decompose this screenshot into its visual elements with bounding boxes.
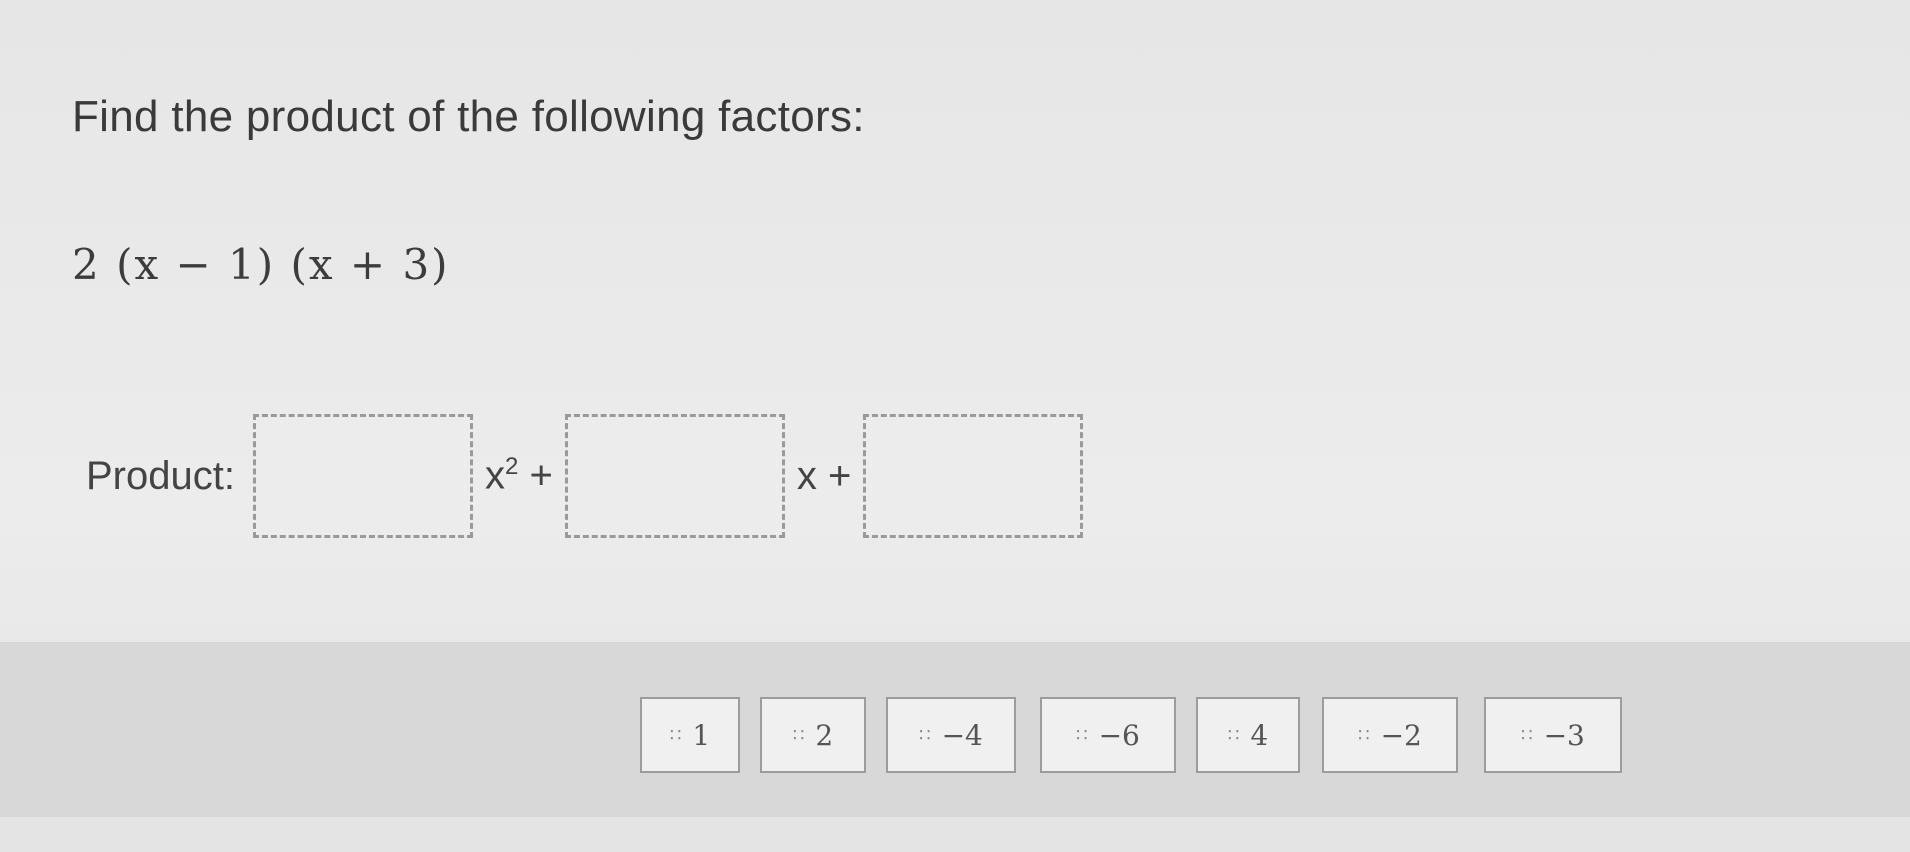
factor-expression: 2 (x − 1) (x + 3): [72, 240, 450, 289]
exponent-label: 2: [504, 453, 519, 481]
question-prompt: Find the product of the following factor…: [72, 92, 865, 141]
product-label: Product:: [86, 453, 235, 498]
plus-sign: +: [529, 453, 553, 498]
answer-tile-tray: ∷ 1 ∷ 2 ∷ −4 ∷ −6 ∷ 4 ∷ −2 ∷ −3: [0, 642, 1910, 817]
plus-sign: +: [827, 453, 852, 498]
product-row: Product: x2 + x +: [86, 410, 1084, 542]
constant-dropzone[interactable]: [863, 414, 1084, 538]
tile-value: 4: [1250, 718, 1269, 752]
tile-minus-6[interactable]: ∷ −6: [1040, 697, 1176, 773]
x-variable-label: x: [796, 453, 817, 498]
tile-minus-4[interactable]: ∷ −4: [886, 697, 1016, 773]
tile-value: 2: [815, 718, 834, 752]
tile-2[interactable]: ∷ 2: [760, 697, 866, 773]
tile-value: −3: [1543, 718, 1585, 752]
tile-value: −2: [1380, 718, 1422, 752]
tile-4[interactable]: ∷ 4: [1196, 697, 1300, 773]
drag-handle-icon: ∷: [1358, 724, 1369, 746]
drag-handle-icon: ∷: [919, 724, 930, 746]
tile-1[interactable]: ∷ 1: [640, 697, 740, 773]
x-term: x +: [797, 454, 851, 499]
x2-coefficient-dropzone[interactable]: [252, 414, 473, 538]
tile-value: 1: [692, 718, 711, 752]
drag-handle-icon: ∷: [792, 724, 804, 746]
drag-handle-icon: ∷: [1521, 724, 1532, 746]
drag-handle-icon: ∷: [669, 724, 681, 746]
tile-value: −4: [941, 718, 983, 752]
drag-handle-icon: ∷: [1076, 724, 1087, 746]
tile-minus-3[interactable]: ∷ −3: [1484, 697, 1622, 773]
x-squared-term: x2 +: [485, 453, 553, 498]
x-coefficient-dropzone[interactable]: [564, 414, 785, 538]
tile-minus-2[interactable]: ∷ −2: [1322, 697, 1458, 773]
drag-handle-icon: ∷: [1227, 724, 1239, 746]
tile-value: −6: [1098, 718, 1140, 752]
x-variable-label: x: [484, 453, 505, 498]
